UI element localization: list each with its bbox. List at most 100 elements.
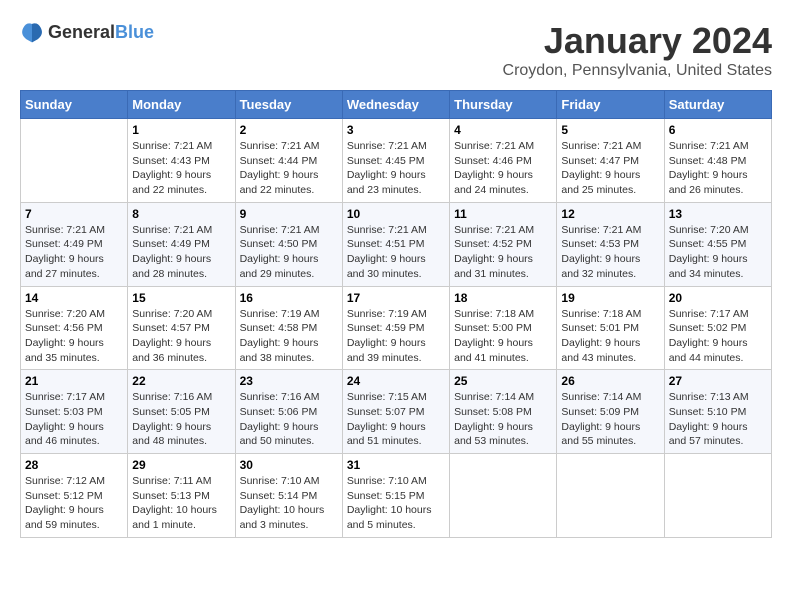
- calendar-cell: 29Sunrise: 7:11 AMSunset: 5:13 PMDayligh…: [128, 454, 235, 538]
- calendar-cell: 12 Sunrise: 7:21 AMSunset: 4:53 PMDayligh…: [557, 202, 664, 286]
- cell-info: Sunrise: 7:21 AMSunset: 4:50 PMDaylight:…: [240, 223, 338, 282]
- day-number: 19: [561, 291, 659, 305]
- cell-info: Sunrise: 7:15 AMSunset: 5:07 PMDaylight:…: [347, 390, 445, 449]
- day-header-saturday: Saturday: [664, 91, 771, 119]
- calendar-cell: [664, 454, 771, 538]
- week-row-1: 1Sunrise: 7:21 AMSunset: 4:43 PMDaylight…: [21, 119, 772, 203]
- calendar-cell: 2 Sunrise: 7:21 AMSunset: 4:44 PMDaylight…: [235, 119, 342, 203]
- day-number: 29: [132, 458, 230, 472]
- day-header-monday: Monday: [128, 91, 235, 119]
- calendar-cell: 13 Sunrise: 7:20 AMSunset: 4:55 PMDayligh…: [664, 202, 771, 286]
- location-title: Croydon, Pennsylvania, United States: [503, 62, 772, 80]
- cell-info: Sunrise: 7:20 AMSunset: 4:55 PMDaylight:…: [669, 223, 767, 282]
- calendar-cell: 23Sunrise: 7:16 AMSunset: 5:06 PMDayligh…: [235, 370, 342, 454]
- day-number: 5: [561, 123, 659, 137]
- calendar-cell: [21, 119, 128, 203]
- cell-info: Sunrise: 7:14 AMSunset: 5:08 PMDaylight:…: [454, 390, 552, 449]
- calendar-cell: 21 Sunrise: 7:17 AMSunset: 5:03 PMDayligh…: [21, 370, 128, 454]
- cell-info: Sunrise: 7:21 AMSunset: 4:49 PMDaylight:…: [132, 223, 230, 282]
- day-number: 14: [25, 291, 123, 305]
- cell-info: Sunrise: 7:21 AMSunset: 4:46 PMDaylight:…: [454, 139, 552, 198]
- calendar-cell: 17 Sunrise: 7:19 AMSunset: 4:59 PMDayligh…: [342, 286, 449, 370]
- logo-icon: [20, 20, 44, 44]
- week-row-2: 7 Sunrise: 7:21 AMSunset: 4:49 PMDaylight…: [21, 202, 772, 286]
- calendar-cell: 20Sunrise: 7:17 AMSunset: 5:02 PMDayligh…: [664, 286, 771, 370]
- cell-info: Sunrise: 7:21 AMSunset: 4:51 PMDaylight:…: [347, 223, 445, 282]
- day-number: 24: [347, 374, 445, 388]
- calendar-cell: 27 Sunrise: 7:13 AMSunset: 5:10 PMDayligh…: [664, 370, 771, 454]
- day-number: 12: [561, 207, 659, 221]
- day-number: 18: [454, 291, 552, 305]
- calendar-cell: 31 Sunrise: 7:10 AMSunset: 5:15 PMDayligh…: [342, 454, 449, 538]
- calendar-cell: 25 Sunrise: 7:14 AMSunset: 5:08 PMDayligh…: [450, 370, 557, 454]
- day-number: 27: [669, 374, 767, 388]
- calendar-cell: 14 Sunrise: 7:20 AMSunset: 4:56 PMDayligh…: [21, 286, 128, 370]
- day-header-wednesday: Wednesday: [342, 91, 449, 119]
- calendar-cell: 30Sunrise: 7:10 AMSunset: 5:14 PMDayligh…: [235, 454, 342, 538]
- calendar-cell: 18 Sunrise: 7:18 AMSunset: 5:00 PMDayligh…: [450, 286, 557, 370]
- cell-info: Sunrise: 7:21 AMSunset: 4:48 PMDaylight:…: [669, 139, 767, 198]
- calendar-cell: 3 Sunrise: 7:21 AMSunset: 4:45 PMDaylight…: [342, 119, 449, 203]
- cell-info: Sunrise: 7:21 AMSunset: 4:45 PMDaylight:…: [347, 139, 445, 198]
- day-number: 31: [347, 458, 445, 472]
- day-number: 20: [669, 291, 767, 305]
- day-number: 6: [669, 123, 767, 137]
- calendar-cell: 26Sunrise: 7:14 AMSunset: 5:09 PMDayligh…: [557, 370, 664, 454]
- logo-general: General: [48, 22, 115, 42]
- day-number: 15: [132, 291, 230, 305]
- calendar-table: SundayMondayTuesdayWednesdayThursdayFrid…: [20, 90, 772, 538]
- month-title: January 2024: [503, 20, 772, 62]
- day-header-tuesday: Tuesday: [235, 91, 342, 119]
- cell-info: Sunrise: 7:20 AMSunset: 4:56 PMDaylight:…: [25, 307, 123, 366]
- cell-info: Sunrise: 7:17 AMSunset: 5:03 PMDaylight:…: [25, 390, 123, 449]
- day-number: 11: [454, 207, 552, 221]
- cell-info: Sunrise: 7:19 AMSunset: 4:58 PMDaylight:…: [240, 307, 338, 366]
- calendar-cell: [450, 454, 557, 538]
- page-header: GeneralBlue January 2024 Croydon, Pennsy…: [20, 20, 772, 80]
- cell-info: Sunrise: 7:19 AMSunset: 4:59 PMDaylight:…: [347, 307, 445, 366]
- calendar-cell: [557, 454, 664, 538]
- header-row: SundayMondayTuesdayWednesdayThursdayFrid…: [21, 91, 772, 119]
- cell-info: Sunrise: 7:21 AMSunset: 4:44 PMDaylight:…: [240, 139, 338, 198]
- calendar-cell: 24 Sunrise: 7:15 AMSunset: 5:07 PMDayligh…: [342, 370, 449, 454]
- day-number: 7: [25, 207, 123, 221]
- calendar-cell: 6 Sunrise: 7:21 AMSunset: 4:48 PMDaylight…: [664, 119, 771, 203]
- day-number: 22: [132, 374, 230, 388]
- week-row-3: 14 Sunrise: 7:20 AMSunset: 4:56 PMDayligh…: [21, 286, 772, 370]
- day-number: 16: [240, 291, 338, 305]
- calendar-cell: 4 Sunrise: 7:21 AMSunset: 4:46 PMDaylight…: [450, 119, 557, 203]
- day-number: 17: [347, 291, 445, 305]
- week-row-4: 21 Sunrise: 7:17 AMSunset: 5:03 PMDayligh…: [21, 370, 772, 454]
- calendar-cell: 16 Sunrise: 7:19 AMSunset: 4:58 PMDayligh…: [235, 286, 342, 370]
- day-number: 13: [669, 207, 767, 221]
- calendar-cell: 19 Sunrise: 7:18 AMSunset: 5:01 PMDayligh…: [557, 286, 664, 370]
- logo-blue: Blue: [115, 22, 154, 42]
- cell-info: Sunrise: 7:10 AMSunset: 5:14 PMDaylight:…: [240, 474, 338, 533]
- cell-info: Sunrise: 7:10 AMSunset: 5:15 PMDaylight:…: [347, 474, 445, 533]
- day-number: 9: [240, 207, 338, 221]
- day-number: 4: [454, 123, 552, 137]
- cell-info: Sunrise: 7:12 AMSunset: 5:12 PMDaylight:…: [25, 474, 123, 533]
- day-number: 8: [132, 207, 230, 221]
- logo: GeneralBlue: [20, 20, 154, 44]
- cell-info: Sunrise: 7:18 AMSunset: 5:00 PMDaylight:…: [454, 307, 552, 366]
- calendar-cell: 15 Sunrise: 7:20 AMSunset: 4:57 PMDayligh…: [128, 286, 235, 370]
- day-number: 2: [240, 123, 338, 137]
- day-header-thursday: Thursday: [450, 91, 557, 119]
- title-section: January 2024 Croydon, Pennsylvania, Unit…: [503, 20, 772, 80]
- day-number: 25: [454, 374, 552, 388]
- logo-text: GeneralBlue: [48, 22, 154, 43]
- cell-info: Sunrise: 7:21 AMSunset: 4:43 PMDaylight:…: [132, 139, 230, 198]
- calendar-cell: 11 Sunrise: 7:21 AMSunset: 4:52 PMDayligh…: [450, 202, 557, 286]
- day-number: 28: [25, 458, 123, 472]
- cell-info: Sunrise: 7:13 AMSunset: 5:10 PMDaylight:…: [669, 390, 767, 449]
- day-number: 26: [561, 374, 659, 388]
- cell-info: Sunrise: 7:18 AMSunset: 5:01 PMDaylight:…: [561, 307, 659, 366]
- calendar-cell: 9 Sunrise: 7:21 AMSunset: 4:50 PMDaylight…: [235, 202, 342, 286]
- cell-info: Sunrise: 7:20 AMSunset: 4:57 PMDaylight:…: [132, 307, 230, 366]
- cell-info: Sunrise: 7:16 AMSunset: 5:06 PMDaylight:…: [240, 390, 338, 449]
- day-number: 21: [25, 374, 123, 388]
- cell-info: Sunrise: 7:21 AMSunset: 4:52 PMDaylight:…: [454, 223, 552, 282]
- day-number: 3: [347, 123, 445, 137]
- cell-info: Sunrise: 7:21 AMSunset: 4:53 PMDaylight:…: [561, 223, 659, 282]
